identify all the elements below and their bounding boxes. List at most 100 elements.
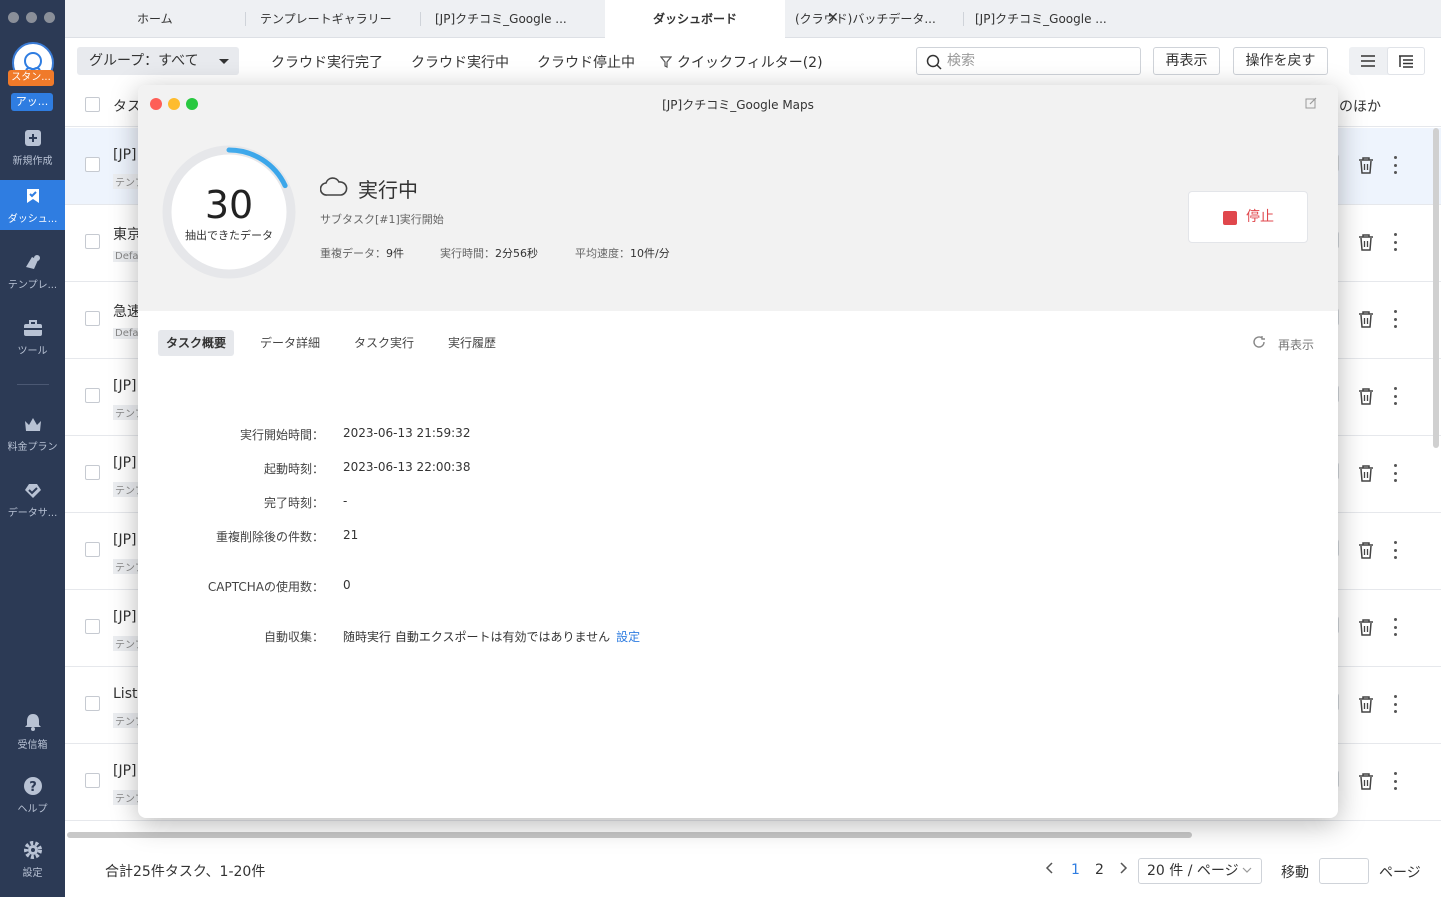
tab-cloud-batch[interactable]: (クラウド)バッチデータ... xyxy=(795,0,940,38)
tab-template-gallery[interactable]: テンプレートギャラリー xyxy=(260,0,392,38)
tab-google-maps-2[interactable]: [JP]クチコミ_Google ... xyxy=(975,0,1115,38)
tab-dashboard[interactable]: ダッシュボード xyxy=(605,0,785,38)
row-title[interactable]: [JP] xyxy=(113,609,137,625)
header-task: タス xyxy=(113,99,141,115)
row-title[interactable]: 東京 xyxy=(113,224,141,244)
filter-cloud-stopped[interactable]: クラウド停止中 xyxy=(537,52,635,72)
trash-icon[interactable] xyxy=(1358,542,1374,559)
field-finish-time: 完了時刻： - xyxy=(263,494,348,510)
list-view-button[interactable] xyxy=(1349,47,1387,75)
row-checkbox[interactable] xyxy=(85,773,100,788)
account-badge[interactable]: アッ... xyxy=(11,93,53,111)
filter-cloud-running[interactable]: クラウド実行中 xyxy=(411,52,509,72)
row-title[interactable]: [JP] xyxy=(113,532,137,548)
view-toggle xyxy=(1349,47,1425,75)
sidebar-item-label: ヘルプ xyxy=(17,803,48,815)
group-select[interactable]: グループ：すべて xyxy=(77,47,239,75)
select-all-checkbox[interactable] xyxy=(85,97,100,112)
page-size-select[interactable]: 20 件 / ページ xyxy=(1138,858,1262,884)
tab-run-history[interactable]: 実行履歴 xyxy=(440,330,504,356)
page-2[interactable]: 2 xyxy=(1095,862,1104,878)
crown-icon xyxy=(23,414,43,434)
stat-duplicates: 重複データ：9件 xyxy=(320,247,404,260)
modal-tabs: タスク概要 データ詳細 タスク実行 実行履歴 xyxy=(138,330,1338,356)
sidebar-item-label: データサ... xyxy=(7,507,58,519)
toolbar: グループ：すべて クラウド実行完了 クラウド実行中 クラウド停止中 クイックフィ… xyxy=(65,38,1441,84)
trash-icon[interactable] xyxy=(1358,773,1374,790)
sidebar-item-dashboard[interactable]: ダッシュ... xyxy=(0,180,65,230)
next-page-icon[interactable] xyxy=(1118,862,1128,878)
trash-icon[interactable] xyxy=(1358,234,1374,251)
trash-icon[interactable] xyxy=(1358,696,1374,713)
row-checkbox[interactable] xyxy=(85,388,100,403)
sidebar-item-new[interactable]: 新規作成 xyxy=(0,122,65,172)
sidebar-item-templates[interactable]: テンプレ... xyxy=(0,246,65,296)
tab-task-overview[interactable]: タスク概要 xyxy=(158,330,235,356)
row-checkbox[interactable] xyxy=(85,311,100,326)
zoom-window-icon[interactable] xyxy=(44,12,55,23)
sidebar-item-pricing[interactable]: 料金プラン xyxy=(0,408,65,458)
refresh-icon[interactable] xyxy=(1252,335,1266,349)
jump-label: 移動 xyxy=(1281,865,1309,881)
sidebar-item-data-service[interactable]: データサ... xyxy=(0,474,65,524)
more-icon[interactable] xyxy=(1392,618,1398,636)
row-title[interactable]: [JP] xyxy=(113,378,137,394)
row-title[interactable]: 急速 xyxy=(113,301,141,321)
sidebar-item-tools[interactable]: ツール xyxy=(0,312,65,362)
chevron-down-icon xyxy=(1242,867,1252,873)
row-checkbox[interactable] xyxy=(85,696,100,711)
modal-title: [JP]クチコミ_Google Maps xyxy=(662,98,814,112)
sidebar-item-help[interactable]: ? ヘルプ xyxy=(0,770,65,820)
more-icon[interactable] xyxy=(1392,541,1398,559)
vertical-scrollbar[interactable] xyxy=(1433,128,1439,448)
tab-google-maps-1[interactable]: [JP]クチコミ_Google ... xyxy=(435,0,575,38)
modal-refresh-label[interactable]: 再表示 xyxy=(1278,336,1314,353)
row-title[interactable]: [JP] xyxy=(113,455,137,471)
more-icon[interactable] xyxy=(1392,156,1398,174)
field-dedup-count: 重複削除後の件数： 21 xyxy=(215,528,359,544)
row-title[interactable]: [JP] xyxy=(113,763,137,779)
minimize-window-icon[interactable] xyxy=(26,12,37,23)
field-launch-time: 起動時刻： 2023-06-13 22:00:38 xyxy=(263,460,471,476)
search-input[interactable]: 検索 xyxy=(916,47,1141,75)
page-jump-input[interactable] xyxy=(1319,858,1369,884)
tab-data-detail[interactable]: データ詳細 xyxy=(252,330,328,356)
stop-button[interactable]: 停止 xyxy=(1188,191,1308,243)
trash-icon[interactable] xyxy=(1358,311,1374,328)
row-checkbox[interactable] xyxy=(85,465,100,480)
task-detail-modal: [JP]クチコミ_Google Maps 30 抽出できたデータ 実行中 サブタ… xyxy=(138,85,1338,818)
row-checkbox[interactable] xyxy=(85,234,100,249)
row-checkbox[interactable] xyxy=(85,619,100,634)
trash-icon[interactable] xyxy=(1358,465,1374,482)
tab-task-run[interactable]: タスク実行 xyxy=(346,330,422,356)
more-icon[interactable] xyxy=(1392,233,1398,251)
row-checkbox[interactable] xyxy=(85,542,100,557)
sidebar-item-settings[interactable]: 設定 xyxy=(0,834,65,884)
page-1[interactable]: 1 xyxy=(1071,862,1080,878)
settings-link[interactable]: 設定 xyxy=(616,630,640,644)
trash-icon[interactable] xyxy=(1358,619,1374,636)
plan-badge[interactable]: スタン... xyxy=(8,70,54,86)
row-checkbox[interactable] xyxy=(85,157,100,172)
refresh-button[interactable]: 再表示 xyxy=(1153,47,1220,75)
more-icon[interactable] xyxy=(1392,310,1398,328)
horizontal-scrollbar[interactable] xyxy=(67,832,1192,838)
close-window-icon[interactable] xyxy=(8,12,19,23)
prev-page-icon[interactable] xyxy=(1045,862,1055,878)
quick-filter-button[interactable]: クイックフィルター(2) xyxy=(659,52,823,72)
tab-divider xyxy=(963,12,964,26)
row-title[interactable]: [JP] xyxy=(113,147,137,163)
more-icon[interactable] xyxy=(1392,464,1398,482)
tab-home[interactable]: ホーム xyxy=(137,0,173,38)
more-icon[interactable] xyxy=(1392,387,1398,405)
trash-icon[interactable] xyxy=(1358,388,1374,405)
edit-icon[interactable] xyxy=(1305,97,1317,109)
search-icon xyxy=(926,54,942,70)
undo-button[interactable]: 操作を戻す xyxy=(1233,47,1328,75)
trash-icon[interactable] xyxy=(1358,157,1374,174)
more-icon[interactable] xyxy=(1392,772,1398,790)
more-icon[interactable] xyxy=(1392,695,1398,713)
sidebar-item-inbox[interactable]: 受信箱 xyxy=(0,706,65,756)
filter-cloud-complete[interactable]: クラウド実行完了 xyxy=(271,52,383,72)
tree-view-button[interactable] xyxy=(1387,47,1425,75)
